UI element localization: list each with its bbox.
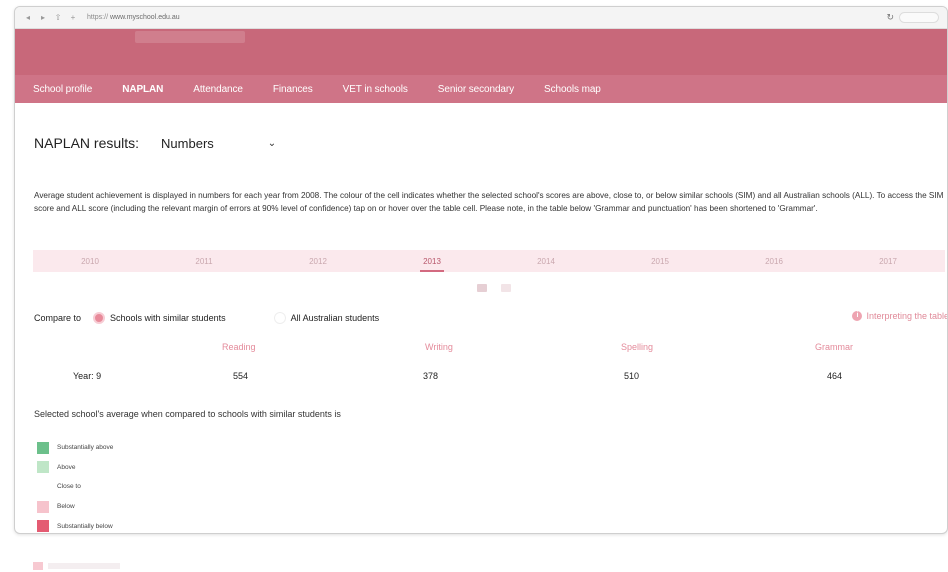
- average-comparison-note: Selected school's average when compared …: [34, 409, 341, 419]
- year-tab-2016[interactable]: 2016: [717, 257, 831, 266]
- radio-all-australian-label[interactable]: All Australian students: [291, 313, 380, 323]
- tab-senior-secondary[interactable]: Senior secondary: [438, 84, 514, 95]
- radio-similar-students-label[interactable]: Schools with similar students: [110, 313, 226, 323]
- year-selector: 2010 2011 2012 2013 2014 2015 2016 2017: [33, 250, 945, 272]
- legend-label: Below: [57, 503, 75, 511]
- browser-toolbar: ◂ ▸ ⇧ + https:// www.myschool.edu.au ↻: [15, 7, 947, 29]
- browser-search-input[interactable]: [899, 12, 939, 23]
- tab-attendance[interactable]: Attendance: [193, 84, 243, 95]
- info-icon: i: [852, 311, 863, 321]
- naplan-description: Average student achievement is displayed…: [34, 191, 944, 213]
- view-select-value: Numbers: [161, 135, 214, 151]
- compare-label: Compare to: [34, 313, 82, 323]
- year-tab-2015[interactable]: 2015: [603, 257, 717, 266]
- main-nav: School profile NAPLAN Attendance Finance…: [15, 75, 947, 103]
- table-view-icon[interactable]: [477, 284, 487, 292]
- add-icon[interactable]: +: [68, 13, 78, 22]
- legend-item: Substantially above: [37, 438, 113, 458]
- radio-similar-students[interactable]: [93, 312, 106, 324]
- year-tab-2010[interactable]: 2010: [33, 257, 147, 266]
- chevron-down-icon: ⌄: [267, 137, 277, 149]
- column-header-reading: Reading: [222, 342, 256, 352]
- interpreting-table-label: Interpreting the table: [866, 311, 948, 321]
- column-header-writing: Writing: [425, 342, 453, 352]
- view-select[interactable]: Numbers ⌄: [161, 136, 276, 151]
- legend-label: Substantially above: [57, 444, 114, 452]
- row-label-year-9: Year: 9: [73, 371, 102, 381]
- background-text: [48, 563, 120, 569]
- reload-icon[interactable]: ↻: [886, 12, 894, 23]
- legend-swatch: [37, 520, 49, 533]
- radio-all-australian[interactable]: [273, 312, 286, 324]
- graph-view-icon[interactable]: [501, 284, 511, 292]
- cell-grammar-score[interactable]: 464: [827, 371, 842, 381]
- site-title: [135, 31, 245, 43]
- year-tab-2011[interactable]: 2011: [147, 257, 261, 266]
- browser-window: ◂ ▸ ⇧ + https:// www.myschool.edu.au ↻ S…: [14, 6, 948, 534]
- cell-writing-score[interactable]: 378: [423, 371, 438, 381]
- naplan-results-label: NAPLAN results:: [34, 135, 140, 151]
- year-tab-2012[interactable]: 2012: [261, 257, 375, 266]
- tab-school-profile[interactable]: School profile: [33, 84, 92, 95]
- legend-item: Close to: [37, 477, 113, 497]
- legend-label: Close to: [57, 483, 81, 491]
- legend-label: Substantially below: [57, 522, 113, 530]
- site-header: [15, 29, 947, 75]
- year-tab-2017[interactable]: 2017: [831, 257, 945, 266]
- view-toggle: [477, 284, 511, 292]
- tab-schools-map[interactable]: Schools map: [544, 84, 601, 95]
- background-swatch: [33, 562, 43, 570]
- address-bar[interactable]: https:// www.myschool.edu.au: [87, 14, 180, 21]
- share-icon[interactable]: ⇧: [53, 13, 63, 22]
- forward-icon[interactable]: ▸: [38, 13, 48, 22]
- legend-swatch: [37, 480, 49, 493]
- legend-item: Below: [37, 497, 113, 517]
- tab-naplan[interactable]: NAPLAN: [122, 84, 163, 95]
- legend-swatch: [37, 461, 49, 474]
- legend-label: Above: [57, 463, 76, 471]
- column-header-grammar: Grammar: [815, 342, 853, 352]
- legend-swatch: [37, 500, 49, 513]
- cell-reading-score[interactable]: 554: [233, 371, 248, 381]
- legend: Substantially above Above Close to Below…: [37, 438, 113, 533]
- url-host: www.myschool.edu.au: [109, 14, 180, 21]
- tab-vet-in-schools[interactable]: VET in schools: [343, 84, 408, 95]
- cell-spelling-score[interactable]: 510: [624, 371, 639, 381]
- legend-item: Substantially below: [37, 516, 113, 533]
- url-prefix: https://: [87, 14, 109, 21]
- legend-item: Above: [37, 458, 113, 478]
- interpreting-table-link[interactable]: i Interpreting the table: [852, 311, 948, 321]
- tab-finances[interactable]: Finances: [273, 84, 313, 95]
- naplan-heading: NAPLAN results: Numbers ⌄: [34, 135, 276, 151]
- legend-swatch: [37, 441, 49, 454]
- compare-row: Compare to Schools with similar students…: [34, 310, 948, 326]
- back-icon[interactable]: ◂: [23, 13, 33, 22]
- column-header-spelling: Spelling: [621, 342, 654, 352]
- year-tab-2014[interactable]: 2014: [489, 257, 603, 266]
- year-tab-2013[interactable]: 2013: [375, 257, 489, 266]
